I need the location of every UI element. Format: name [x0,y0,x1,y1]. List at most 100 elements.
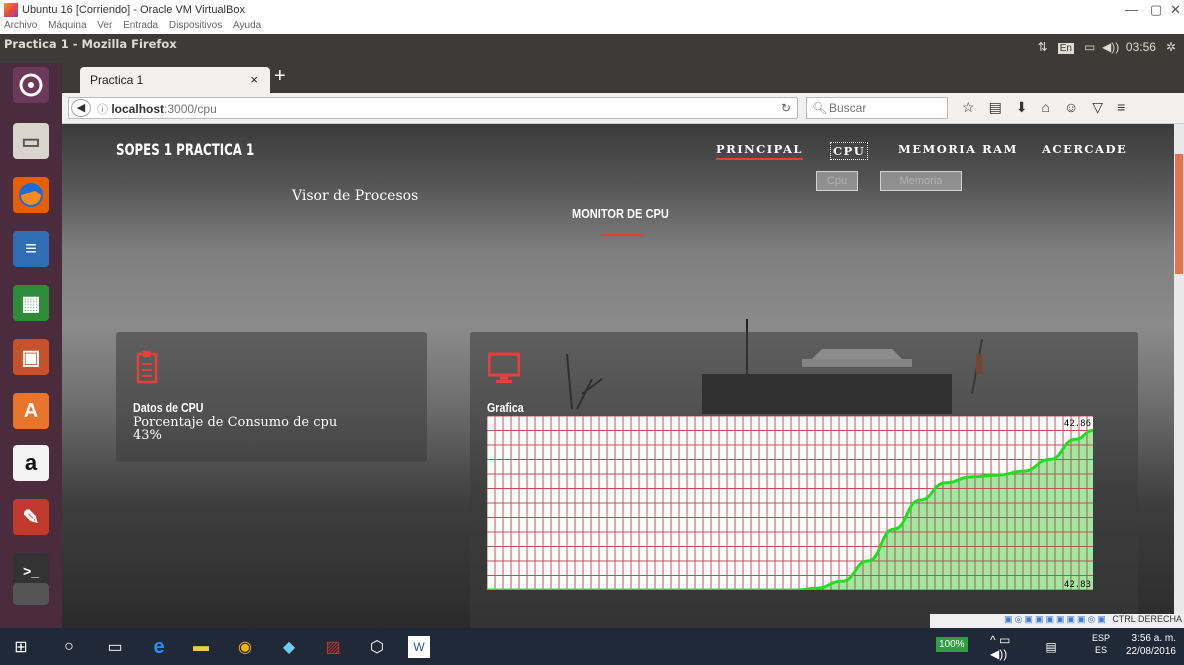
virtualbox-titlebar: Ubuntu 16 [Corriendo] - Oracle VM Virtua… [0,0,1184,20]
battery-indicator[interactable]: 100% [936,637,968,652]
firefox-icon[interactable] [13,177,49,213]
taskbar-clock[interactable]: 3:56 a. m. 22/08/2016 [1126,632,1176,658]
panel-clock[interactable]: 03:56 [1126,40,1156,54]
close-button[interactable]: ✕ [1170,2,1181,18]
amazon-icon[interactable]: a [13,445,49,481]
unity-launcher: ▭ ≡ ▦ ▣ A a ✎ >_ [0,63,62,628]
acrobat-icon[interactable]: ▨ [322,636,344,658]
new-tab-button[interactable]: + [274,65,286,88]
virtualbox-menubar: Archivo Máquina Ver Entrada Dispositivos… [0,20,1184,34]
menu-archivo[interactable]: Archivo [4,20,37,31]
virtualbox-status-bar: ▣◎▣▣▣▣▣▣◎▣ CTRL DERECHA [930,614,1184,628]
bookmark-star-icon[interactable]: ☆ [962,99,989,115]
keyboard-layout[interactable]: En [1057,43,1074,54]
files-icon[interactable]: ▭ [13,123,49,159]
nav-memoria-ram[interactable]: MEMORIA RAM [898,142,1018,156]
ubuntu-top-panel: Practica 1 - Mozilla Firefox ⇅ En ▭ ◀)) … [0,34,1184,63]
dash-ubuntu-icon[interactable] [13,67,49,103]
clipboard-icon [136,351,158,384]
minimize-button[interactable]: — [1125,2,1138,17]
firefox-tabbar: Practica 1 × + [62,63,1184,93]
volume-icon[interactable]: ◀)) [1102,40,1119,54]
visor-procesos-link[interactable]: Visor de Procesos [292,188,418,204]
cpu-sub-button[interactable]: Cpu [816,171,858,191]
cpu-data-title: Datos de CPU [133,400,204,415]
restore-button[interactable]: ▢ [1150,2,1162,18]
virtualbox-app-icon [4,3,18,17]
taskbar-time: 3:56 a. m. [1131,633,1176,644]
menu-ver[interactable]: Ver [97,20,112,31]
cpu-data-card: Datos de CPU Porcentaje de Consumo de cp… [116,332,427,462]
notifications-icon[interactable]: ▤ [1040,636,1062,658]
indicators: ⇅ En ▭ ◀)) 03:56 ✲ [1038,40,1176,54]
file-explorer-icon[interactable]: ▬ [190,636,212,658]
tab-title: Practica 1 [90,73,144,87]
reload-icon[interactable]: ↻ [781,101,791,115]
tray-icons[interactable]: ^ ▭ ◀)) [990,633,1012,661]
toolbar-icons: ☆▤⬇⌂☺▽≡ [962,99,1139,116]
taskbar-date: 22/08/2016 [1125,646,1176,657]
chrome-icon[interactable]: ◉ [234,636,256,658]
monitor-icon [488,352,520,383]
window-title: Practica 1 - Mozilla Firefox [4,37,177,51]
url-host: localhost [111,102,165,116]
url-path: :3000/cpu [164,102,217,116]
menu-entrada[interactable]: Entrada [123,20,158,31]
app-icon[interactable]: ◆ [278,636,300,658]
battery-icon[interactable]: ▭ [1084,40,1095,54]
menu-maquina[interactable]: Máquina [48,20,86,31]
back-button[interactable]: ◀ [71,99,91,117]
cpu-usage-label: Porcentaje de Consumo de cpu [133,415,338,430]
tab-practica-1[interactable]: Practica 1 × [80,67,270,93]
task-view-icon[interactable]: ▭ [104,636,126,658]
nav-acercade[interactable]: ACERCADE [1042,142,1127,156]
section-title: MONITOR DE CPU [572,206,669,221]
info-icon[interactable]: ⓘ [97,104,108,116]
chart-title: Grafica [487,400,524,415]
pocket-icon[interactable]: ▽ [1092,99,1117,115]
word-icon[interactable]: W [408,636,430,658]
windows-start-icon[interactable]: ⊞ [10,636,32,658]
nav-principal[interactable]: PRINCIPAL [716,142,803,160]
host-key-label: CTRL DERECHA [1112,614,1182,624]
search-placeholder: Buscar [829,101,867,115]
software-center-icon[interactable]: A [13,393,49,429]
y-max-label: 42.86 [1064,419,1091,429]
menu-ayuda[interactable]: Ayuda [233,20,261,31]
vbox-status-icons: ▣◎▣▣▣▣▣▣◎▣ [1004,614,1113,624]
cpu-usage-value: 43% [133,428,162,443]
virtualbox-title: Ubuntu 16 [Corriendo] - Oracle VM Virtua… [22,4,245,16]
cpu-chart: 42.86 42.83 [487,416,1093,590]
menu-dispositivos[interactable]: Dispositivos [169,20,222,31]
impress-icon[interactable]: ▣ [13,339,49,375]
lang-code: ESP [1092,633,1111,643]
workspace-icon[interactable] [13,583,49,605]
bookmarks-list-icon[interactable]: ▤ [989,99,1016,115]
home-icon[interactable]: ⌂ [1042,99,1064,115]
settings-gear-icon[interactable]: ✲ [1166,40,1176,54]
hello-icon[interactable]: ☺ [1064,99,1092,115]
memoria-sub-button[interactable]: Memoria [880,171,962,191]
edge-icon[interactable]: e [148,636,170,658]
writer-icon[interactable]: ≡ [13,231,49,267]
section-underline [602,234,644,236]
input-language[interactable]: ESP ES [1092,632,1110,656]
virtualbox-taskbar-icon[interactable]: ⬡ [366,636,388,658]
lang-code-2: ES [1095,645,1108,655]
system-settings-icon[interactable]: ✎ [13,499,49,535]
search-input[interactable]: 🔍︎ Buscar [806,97,948,119]
close-tab-icon[interactable]: × [250,72,258,87]
menu-icon[interactable]: ≡ [1117,99,1139,115]
search-icon: 🔍︎ [812,101,828,115]
firefox-navbar: ◀ ⓘ localhost:3000/cpu ↻ 🔍︎ Buscar ☆▤⬇⌂☺… [62,93,1184,124]
calc-icon[interactable]: ▦ [13,285,49,321]
url-bar[interactable]: ◀ ⓘ localhost:3000/cpu ↻ [68,97,798,119]
nav-cpu[interactable]: CPU [830,142,869,160]
page-scrollbar[interactable] [1174,124,1184,628]
site-brand[interactable]: SOPES 1 PRACTICA 1 [116,140,254,159]
web-page: SOPES 1 PRACTICA 1 PRINCIPAL CPU MEMORIA… [62,124,1174,628]
search-taskbar-icon[interactable]: ○ [58,636,80,658]
network-icon[interactable]: ⇅ [1038,40,1048,54]
scrollbar-thumb[interactable] [1175,154,1183,274]
downloads-icon[interactable]: ⬇ [1016,99,1042,115]
